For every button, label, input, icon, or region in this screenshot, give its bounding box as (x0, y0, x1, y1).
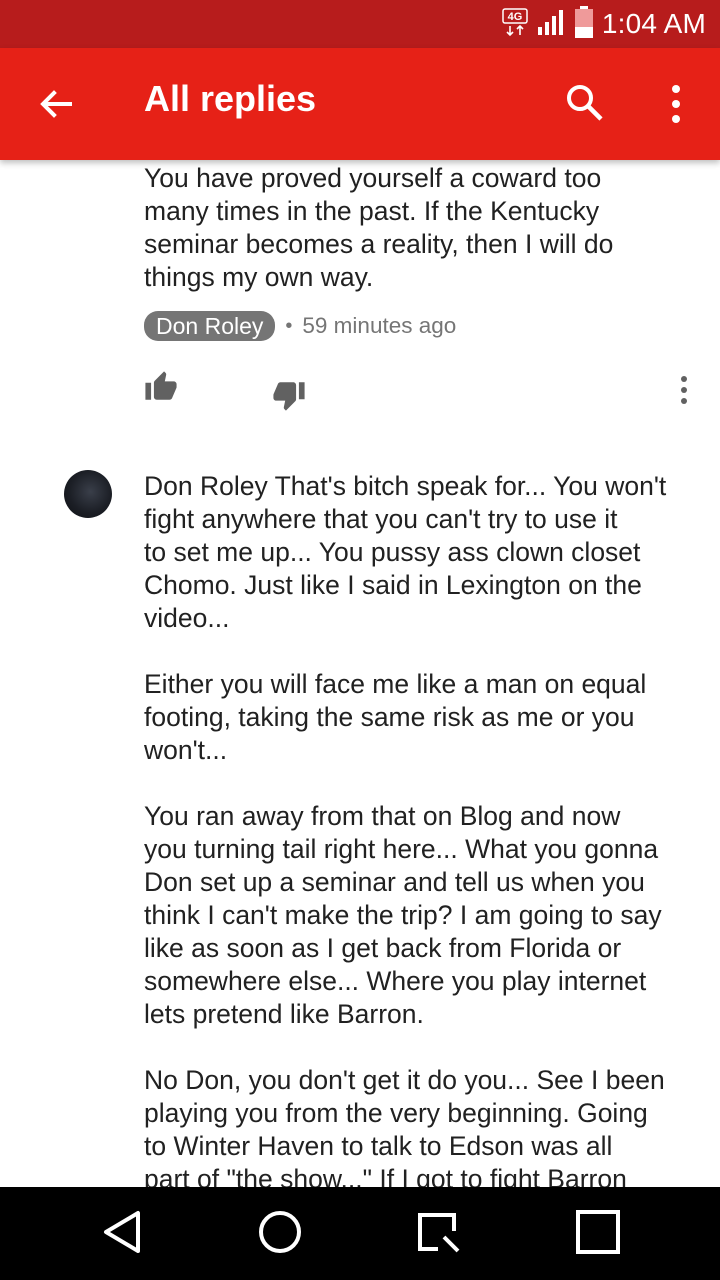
nav-back-button[interactable] (98, 1207, 148, 1257)
reply-timestamp: 59 minutes ago (302, 313, 457, 338)
back-arrow-icon (40, 90, 72, 118)
author-chip[interactable]: Don Roley (144, 311, 276, 341)
more-vert-icon (681, 376, 687, 404)
page-title: All replies (144, 78, 317, 119)
reply-meta: Don Roley • 59 minutes ago (144, 311, 456, 341)
nav-back-icon (104, 1211, 140, 1253)
dislike-button[interactable] (272, 378, 306, 412)
search-button[interactable] (564, 82, 606, 124)
overflow-menu-button[interactable] (664, 82, 688, 126)
nav-overview-button[interactable] (573, 1207, 623, 1257)
nav-home-icon (259, 1211, 301, 1253)
reply-more-button[interactable] (676, 374, 692, 406)
status-time: 1:04 AM (601, 8, 706, 39)
thumb-up-icon (145, 371, 177, 400)
meta-separator: • (285, 314, 293, 337)
signal-icon (536, 7, 566, 42)
avatar[interactable] (64, 470, 112, 518)
status-bar: 4G 1:04 AM (0, 0, 720, 48)
battery-icon (574, 5, 594, 44)
replies-list[interactable]: You have proved yourself a coward too ma… (0, 160, 720, 1187)
nav-recents-button[interactable] (414, 1207, 464, 1257)
like-button[interactable] (144, 370, 178, 404)
nav-overview-icon (576, 1210, 620, 1254)
reply-text: Don Roley That's bitch speak for... You … (144, 471, 667, 1187)
reply-text: You have proved yourself a coward too ma… (144, 163, 614, 292)
status-bar-right: 4G 1:04 AM (502, 0, 706, 48)
network-4g-icon: 4G (502, 7, 528, 42)
nav-home-button[interactable] (255, 1207, 305, 1257)
system-nav-bar (0, 1187, 720, 1280)
search-icon (567, 85, 603, 121)
more-vert-icon (672, 85, 680, 123)
app-bar: All replies (0, 48, 720, 160)
back-button[interactable] (36, 84, 76, 124)
svg-text:4G: 4G (508, 11, 523, 23)
thumb-down-icon (273, 382, 305, 411)
nav-recents-icon (418, 1213, 460, 1253)
